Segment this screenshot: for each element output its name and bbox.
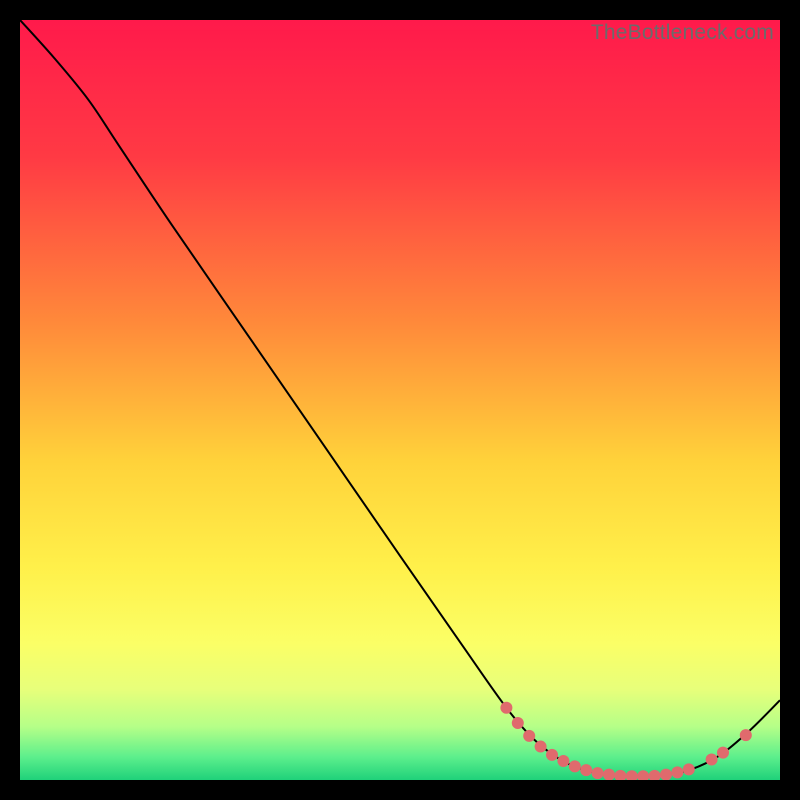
data-marker	[671, 766, 683, 778]
data-marker	[500, 702, 512, 714]
data-marker	[706, 753, 718, 765]
bottleneck-chart	[20, 20, 780, 780]
data-marker	[592, 767, 604, 779]
data-marker	[557, 755, 569, 767]
data-marker	[523, 730, 535, 742]
data-marker	[512, 717, 524, 729]
data-marker	[546, 749, 558, 761]
watermark-label: TheBottleneck.com	[591, 21, 774, 45]
data-marker	[683, 763, 695, 775]
data-marker	[717, 747, 729, 759]
data-marker	[740, 729, 752, 741]
data-marker	[569, 760, 581, 772]
data-marker	[535, 741, 547, 753]
chart-frame: TheBottleneck.com	[20, 20, 780, 780]
gradient-background	[20, 20, 780, 780]
data-marker	[580, 764, 592, 776]
